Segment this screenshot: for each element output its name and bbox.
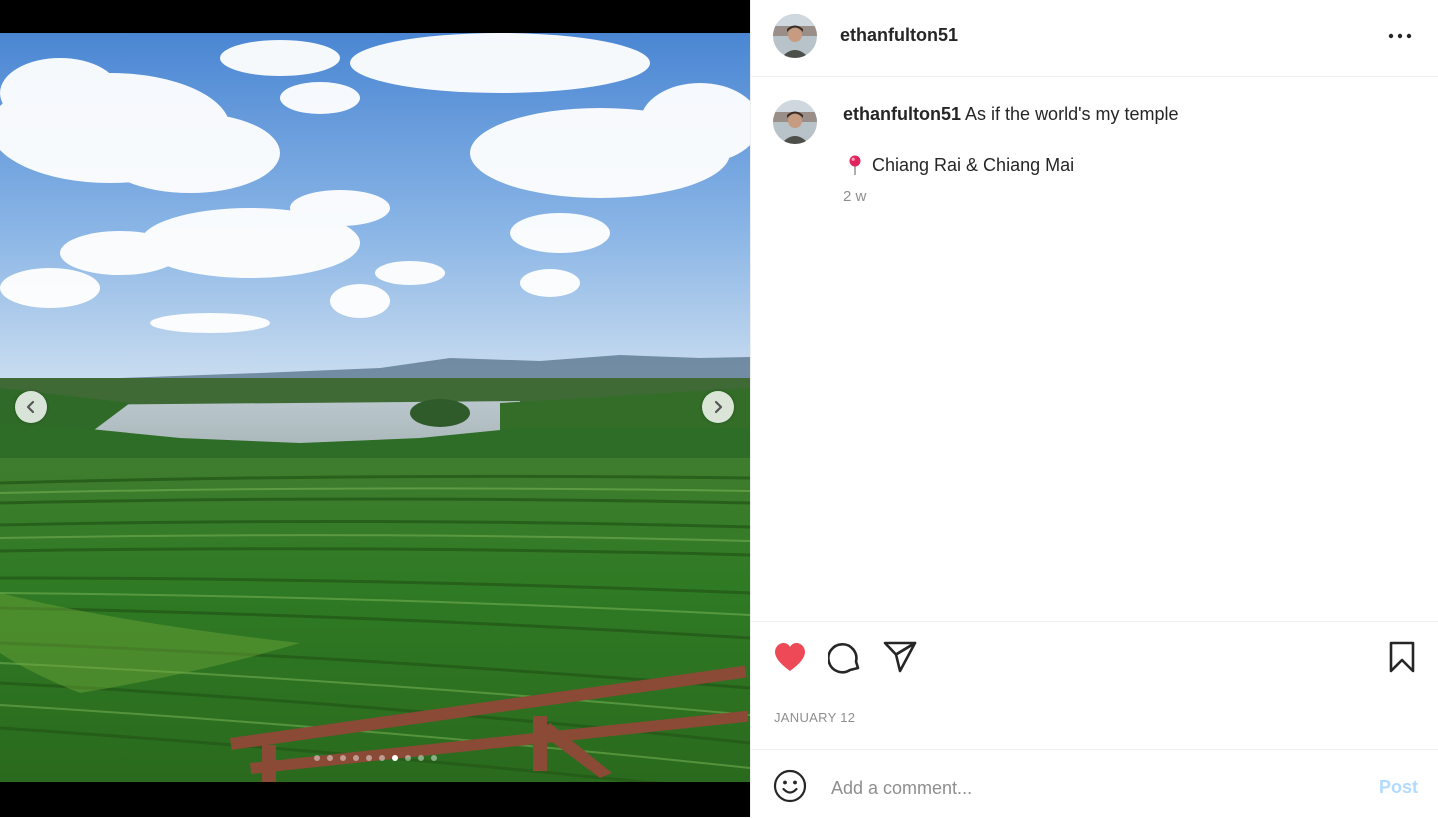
emoji-button[interactable]	[773, 769, 807, 803]
caption-timestamp[interactable]: 2 w	[843, 188, 866, 205]
carousel-dot	[378, 755, 385, 761]
comment-button[interactable]	[827, 640, 863, 674]
actions-divider	[751, 621, 1438, 622]
carousel-dot	[365, 755, 372, 761]
caption-username[interactable]: ethanfulton51	[843, 104, 961, 124]
location-pin-icon	[849, 155, 861, 175]
more-options-icon	[1388, 33, 1412, 39]
caption-avatar[interactable]	[773, 100, 817, 144]
share-icon	[883, 641, 917, 673]
post-date[interactable]: JANUARY 12	[774, 710, 855, 725]
post-comment-button[interactable]: Post	[1379, 777, 1418, 798]
share-button[interactable]	[882, 640, 918, 674]
like-button[interactable]	[772, 640, 808, 674]
bookmark-icon	[1389, 641, 1415, 673]
carousel-dot	[313, 755, 320, 761]
more-options-button[interactable]	[1387, 26, 1413, 46]
media-viewer	[0, 0, 750, 817]
chevron-right-icon	[714, 400, 723, 414]
post-details-panel: ethanfulton51 ethanfulton51 As if the wo…	[750, 0, 1438, 817]
post-dialog: ethanfulton51 ethanfulton51 As if the wo…	[0, 0, 1438, 817]
next-image-button[interactable]	[702, 391, 734, 423]
caption-body: As if the world's my temple	[965, 104, 1179, 124]
author-username[interactable]: ethanfulton51	[840, 25, 958, 46]
caption-text: ethanfulton51 As if the world's my templ…	[843, 104, 1179, 125]
chevron-left-icon	[26, 400, 35, 414]
carousel-dot	[417, 755, 424, 761]
comment-input[interactable]	[829, 772, 1353, 804]
comment-bar: Post	[751, 749, 1438, 818]
emoji-icon	[773, 769, 807, 803]
carousel-indicator	[0, 755, 750, 761]
location-text: Chiang Rai & Chiang Mai	[872, 154, 1075, 175]
post-photo	[0, 33, 750, 782]
carousel-dot	[430, 755, 437, 761]
comment-icon	[828, 642, 860, 674]
post-header: ethanfulton51	[751, 0, 1438, 77]
carousel-dot	[391, 755, 398, 761]
carousel-dot	[326, 755, 333, 761]
author-avatar[interactable]	[773, 14, 817, 58]
heart-icon	[775, 643, 805, 671]
save-button[interactable]	[1384, 640, 1420, 674]
carousel-dot	[404, 755, 411, 761]
carousel-dot	[352, 755, 359, 761]
carousel-dot	[339, 755, 346, 761]
previous-image-button[interactable]	[15, 391, 47, 423]
caption-location: Chiang Rai & Chiang Mai	[847, 154, 1074, 176]
